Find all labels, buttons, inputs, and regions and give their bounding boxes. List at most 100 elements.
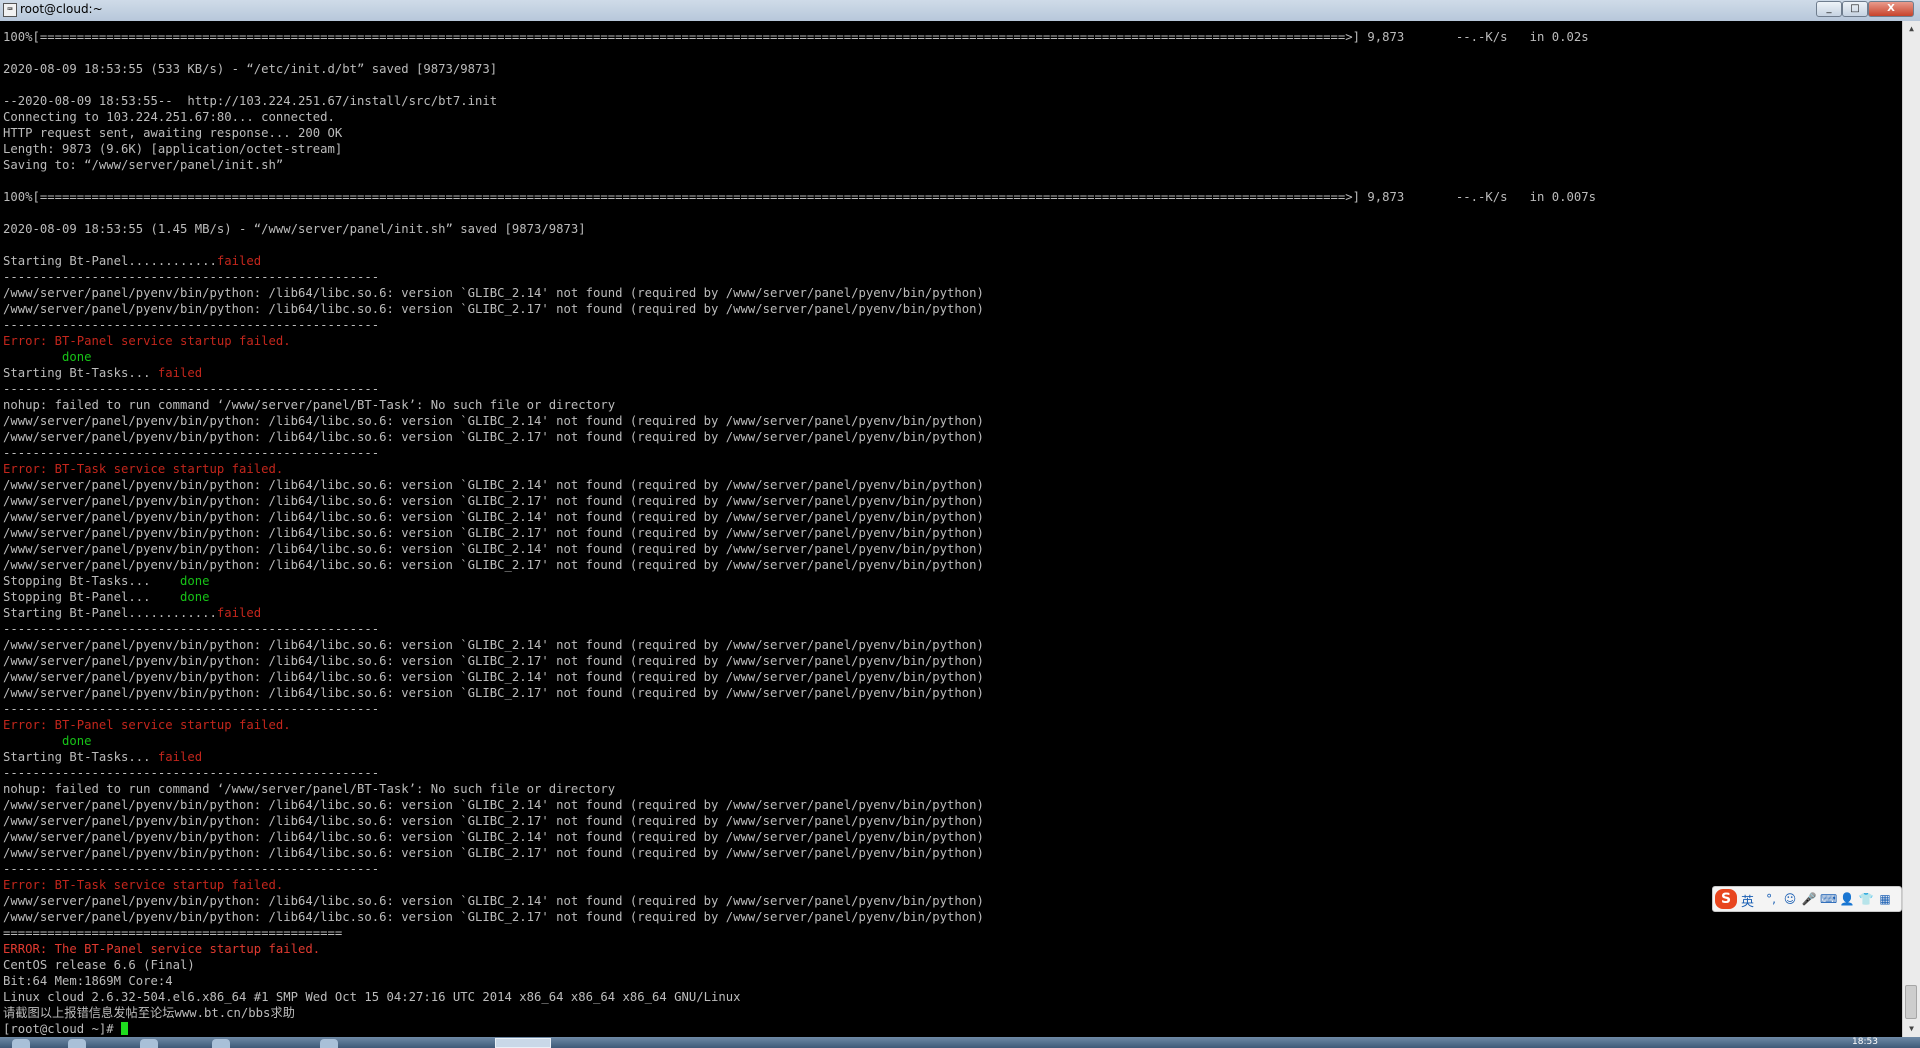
- maximize-button[interactable]: □: [1842, 1, 1868, 17]
- terminal-line: 100%[===================================…: [3, 189, 1596, 205]
- terminal-line: CentOS release 6.6 (Final): [3, 957, 1596, 973]
- terminal-line: 2020-08-09 18:53:55 (533 KB/s) - “/etc/i…: [3, 61, 1596, 77]
- terminal-line: Saving to: “/www/server/panel/init.sh”: [3, 157, 1596, 173]
- error-text: Error: BT-Panel service startup failed.: [3, 334, 291, 348]
- terminal-text: CentOS release 6.6 (Final): [3, 958, 195, 972]
- terminal-line: 请截图以上报错信息发帖至论坛www.bt.cn/bbs求助: [3, 1005, 1596, 1021]
- terminal-text: 请截图以上报错信息发帖至论坛www.bt.cn/bbs求助: [3, 1006, 295, 1020]
- terminal-line: ========================================…: [3, 925, 1596, 941]
- terminal-text: ----------------------------------------…: [3, 862, 380, 876]
- grid-icon[interactable]: ▦: [1877, 891, 1893, 907]
- terminal-line: Bit:64 Mem:1869M Core:4: [3, 973, 1596, 989]
- taskbar-app-icon[interactable]: [68, 1039, 86, 1048]
- punctuation-icon[interactable]: °,: [1763, 891, 1779, 907]
- minimize-button[interactable]: _: [1816, 1, 1842, 17]
- terminal-text: /www/server/panel/pyenv/bin/python: /lib…: [3, 686, 984, 700]
- terminal-line: Starting Bt-Panel............failed: [3, 253, 1596, 269]
- keyboard-icon[interactable]: ⌨: [1820, 891, 1837, 907]
- scroll-up-arrow-icon[interactable]: ▲: [1904, 21, 1919, 37]
- taskbar-app-icon[interactable]: [320, 1039, 338, 1048]
- terminal-line: ERROR: The BT-Panel service startup fail…: [3, 941, 1596, 957]
- terminal-window: ⌨ root@cloud:~ _ □ X 100%[==============…: [0, 0, 1920, 1048]
- putty-terminal-icon[interactable]: ⌨: [3, 3, 17, 17]
- terminal-text: /www/server/panel/pyenv/bin/python: /lib…: [3, 286, 984, 300]
- taskbar-active-window[interactable]: [495, 1038, 551, 1048]
- terminal-output[interactable]: 100%[===================================…: [0, 21, 1902, 1037]
- terminal-text: /www/server/panel/pyenv/bin/python: /lib…: [3, 798, 984, 812]
- terminal-line: --2020-08-09 18:53:55-- http://103.224.2…: [3, 93, 1596, 109]
- ime-toolbar[interactable]: S 英 °, ☺ 🎤 ⌨ 👤 👕 ▦: [1712, 886, 1902, 912]
- terminal-text: Starting Bt-Tasks...: [3, 750, 158, 764]
- terminal-line: /www/server/panel/pyenv/bin/python: /lib…: [3, 653, 1596, 669]
- user-icon[interactable]: 👤: [1839, 891, 1855, 907]
- terminal-line: Starting Bt-Tasks... failed: [3, 749, 1596, 765]
- terminal-line: /www/server/panel/pyenv/bin/python: /lib…: [3, 477, 1596, 493]
- terminal-line: Connecting to 103.224.251.67:80... conne…: [3, 109, 1596, 125]
- terminal-text: ----------------------------------------…: [3, 622, 380, 636]
- terminal-line: ----------------------------------------…: [3, 621, 1596, 637]
- terminal-line: done: [3, 733, 1596, 749]
- start-orb-icon[interactable]: [12, 1039, 30, 1048]
- terminal-text: ========================================…: [3, 926, 343, 940]
- terminal-text: Stopping Bt-Panel...: [3, 590, 181, 604]
- terminal-line: /www/server/panel/pyenv/bin/python: /lib…: [3, 813, 1596, 829]
- scrollbar-thumb[interactable]: [1905, 985, 1917, 1019]
- terminal-line: ----------------------------------------…: [3, 861, 1596, 877]
- taskbar-app-icon[interactable]: [212, 1039, 230, 1048]
- terminal-text: 100%[===================================…: [3, 30, 1589, 44]
- terminal-line: Error: BT-Panel service startup failed.: [3, 717, 1596, 733]
- error-text: failed: [216, 606, 262, 620]
- terminal-text: /www/server/panel/pyenv/bin/python: /lib…: [3, 430, 984, 444]
- terminal-text: ----------------------------------------…: [3, 318, 380, 332]
- taskbar-app-icon[interactable]: [140, 1039, 158, 1048]
- title-bar[interactable]: ⌨ root@cloud:~ _ □ X: [0, 0, 1920, 22]
- error-text: Error: BT-Task service startup failed.: [3, 462, 284, 476]
- terminal-line: 2020-08-09 18:53:55 (1.45 MB/s) - “/www/…: [3, 221, 1596, 237]
- terminal-text: /www/server/panel/pyenv/bin/python: /lib…: [3, 638, 984, 652]
- terminal-line: ----------------------------------------…: [3, 381, 1596, 397]
- terminal-line: /www/server/panel/pyenv/bin/python: /lib…: [3, 685, 1596, 701]
- terminal-line: nohup: failed to run command ‘/www/serve…: [3, 781, 1596, 797]
- close-button[interactable]: X: [1868, 1, 1914, 17]
- taskbar-clock[interactable]: 18:53: [1852, 1037, 1878, 1048]
- terminal-text: /www/server/panel/pyenv/bin/python: /lib…: [3, 494, 984, 508]
- terminal-line: /www/server/panel/pyenv/bin/python: /lib…: [3, 637, 1596, 653]
- terminal-line: Stopping Bt-Tasks... done: [3, 573, 1596, 589]
- terminal-text: /www/server/panel/pyenv/bin/python: /lib…: [3, 542, 984, 556]
- emoji-icon[interactable]: ☺: [1782, 891, 1798, 907]
- terminal-line: ----------------------------------------…: [3, 317, 1596, 333]
- vertical-scrollbar[interactable]: ▲ ▼: [1902, 21, 1920, 1037]
- terminal-line: /www/server/panel/pyenv/bin/python: /lib…: [3, 509, 1596, 525]
- terminal-text: Saving to: “/www/server/panel/init.sh”: [3, 158, 284, 172]
- error-text: failed: [216, 254, 262, 268]
- terminal-line: Linux cloud 2.6.32-504.el6.x86_64 #1 SMP…: [3, 989, 1596, 1005]
- sogou-logo-icon[interactable]: S: [1715, 889, 1737, 909]
- microphone-icon[interactable]: 🎤: [1801, 891, 1817, 907]
- terminal-line: /www/server/panel/pyenv/bin/python: /lib…: [3, 669, 1596, 685]
- terminal-text: HTTP request sent, awaiting response... …: [3, 126, 343, 140]
- terminal-line: /www/server/panel/pyenv/bin/python: /lib…: [3, 845, 1596, 861]
- terminal-line: /www/server/panel/pyenv/bin/python: /lib…: [3, 301, 1596, 317]
- terminal-line: /www/server/panel/pyenv/bin/python: /lib…: [3, 797, 1596, 813]
- terminal-line: /www/server/panel/pyenv/bin/python: /lib…: [3, 525, 1596, 541]
- ime-language-toggle[interactable]: 英: [1741, 891, 1754, 910]
- error-text: Error: BT-Task service startup failed.: [3, 878, 284, 892]
- terminal-text: /www/server/panel/pyenv/bin/python: /lib…: [3, 814, 984, 828]
- terminal-line: Error: BT-Task service startup failed.: [3, 877, 1596, 893]
- terminal-line: Stopping Bt-Panel... done: [3, 589, 1596, 605]
- terminal-text: --2020-08-09 18:53:55-- http://103.224.2…: [3, 94, 498, 108]
- terminal-line: ----------------------------------------…: [3, 701, 1596, 717]
- terminal-line: Length: 9873 (9.6K) [application/octet-s…: [3, 141, 1596, 157]
- terminal-line: Starting Bt-Panel............failed: [3, 605, 1596, 621]
- skin-icon[interactable]: 👕: [1858, 891, 1874, 907]
- error-text: ERROR: The BT-Panel service startup fail…: [3, 942, 321, 956]
- status-done-text: done: [62, 350, 92, 364]
- scroll-down-arrow-icon[interactable]: ▼: [1904, 1021, 1919, 1037]
- terminal-line: Error: BT-Task service startup failed.: [3, 461, 1596, 477]
- terminal-cursor: [121, 1022, 129, 1035]
